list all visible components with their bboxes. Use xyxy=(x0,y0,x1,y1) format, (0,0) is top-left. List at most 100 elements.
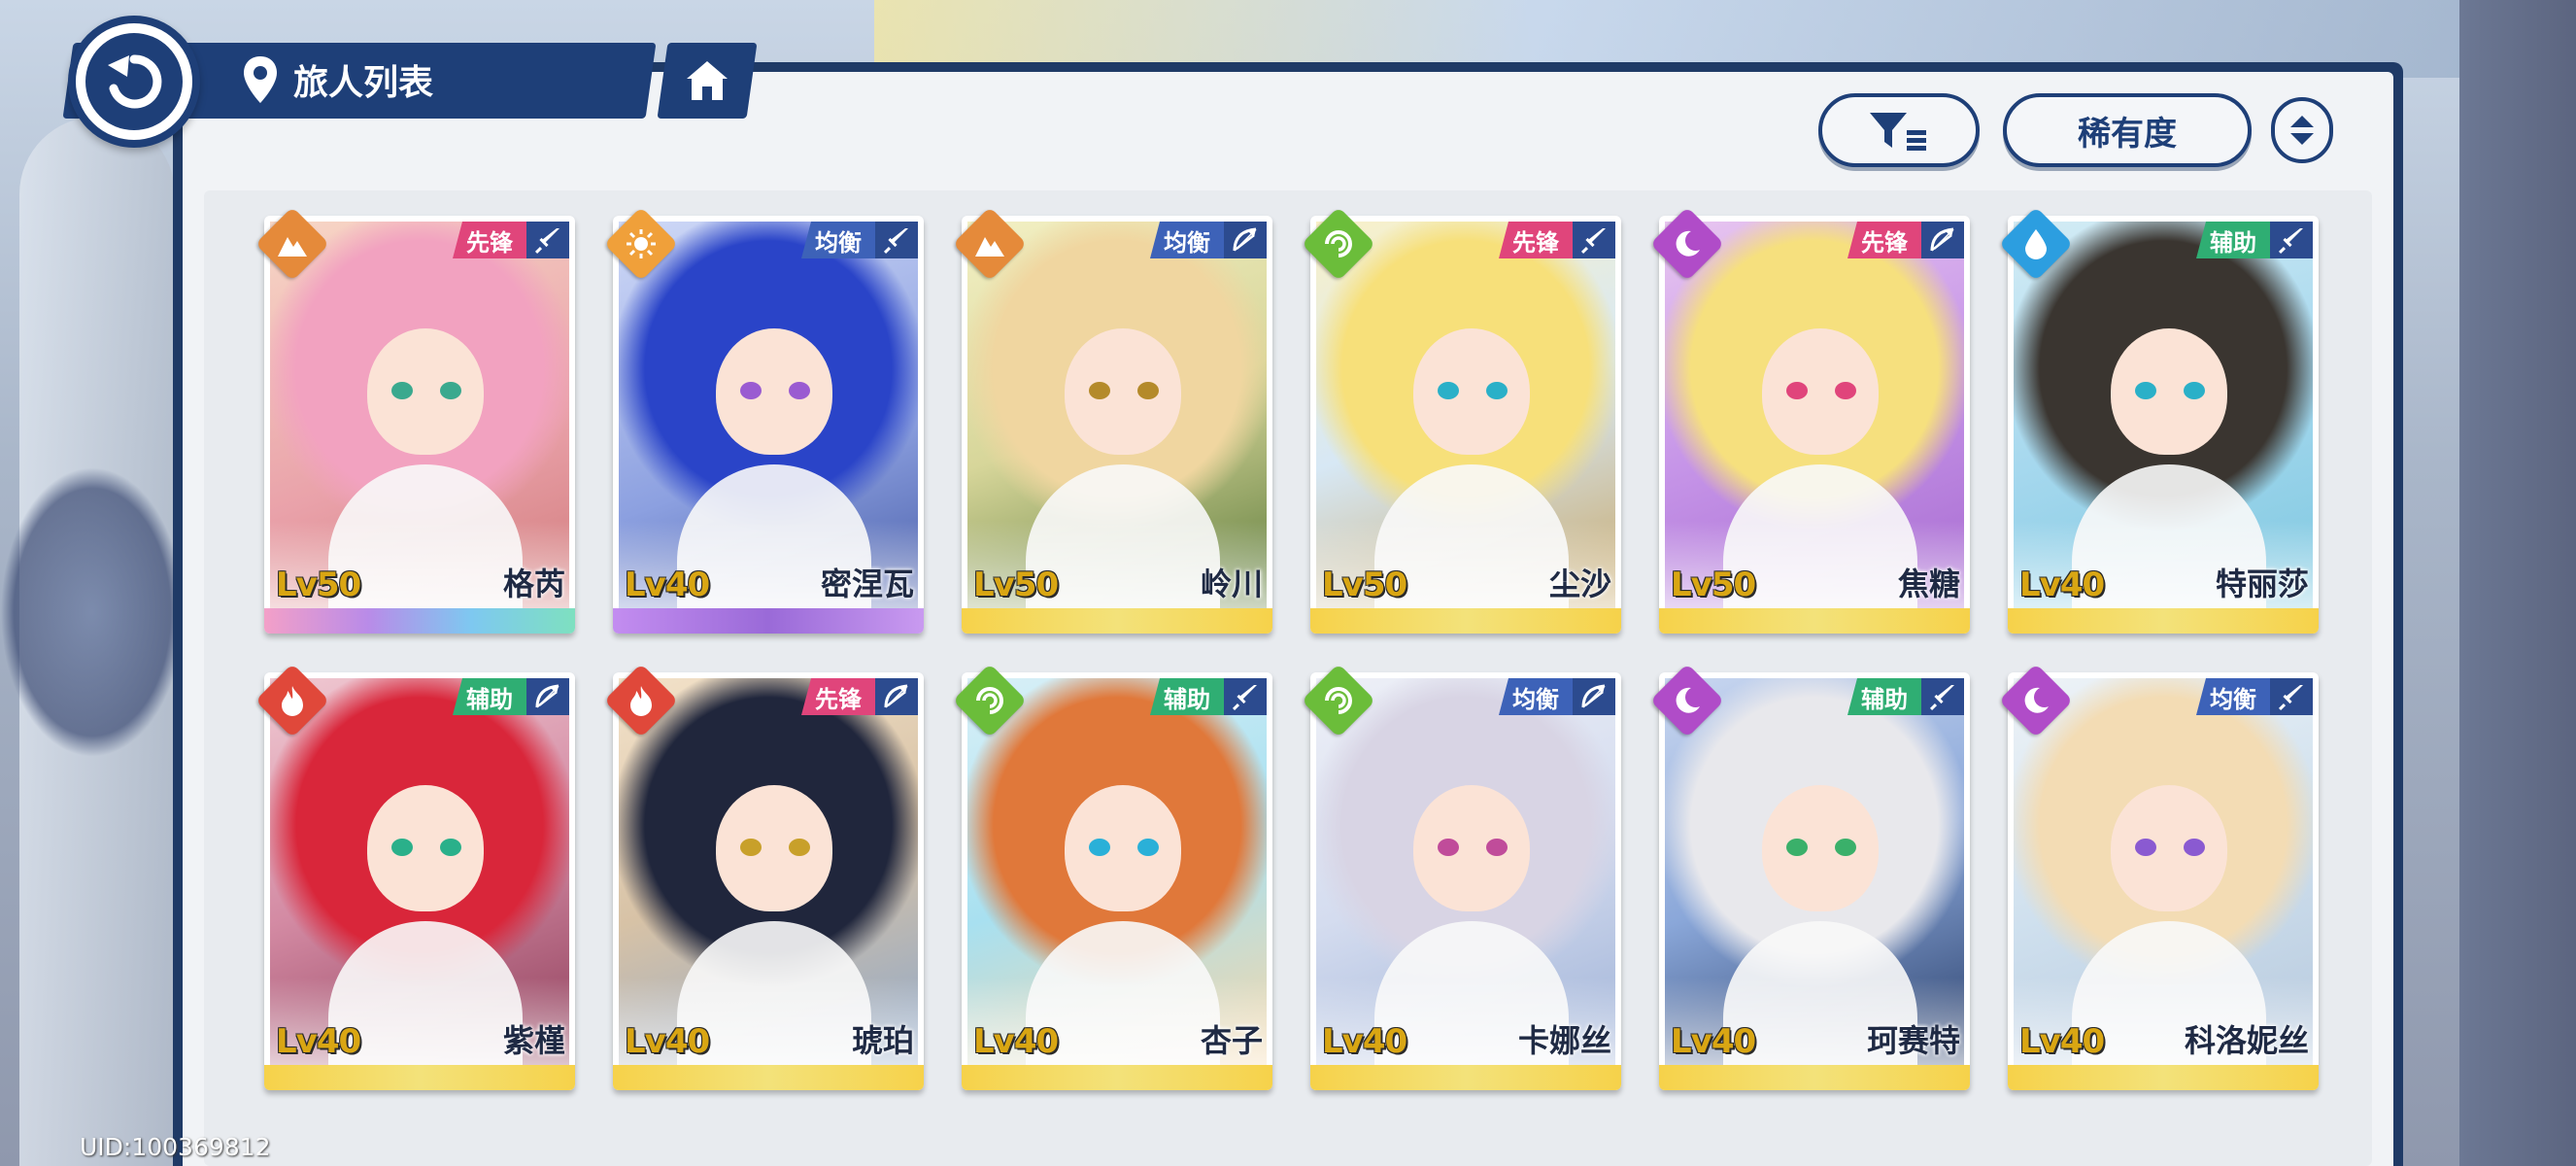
character-name: 尘沙 xyxy=(1548,566,1611,602)
bow-icon xyxy=(1573,678,1615,715)
user-id-label: UID:100369812 xyxy=(80,1133,271,1161)
home-icon xyxy=(687,61,728,100)
character-level: Lv50 xyxy=(276,566,361,604)
character-card[interactable]: 先锋 Lv50 焦糖 xyxy=(1659,216,1970,634)
portrait-eye xyxy=(789,839,810,856)
sword-icon xyxy=(526,222,569,258)
portrait-eye xyxy=(1438,839,1459,856)
character-level: Lv40 xyxy=(625,1022,710,1061)
portrait-eye xyxy=(1089,382,1110,399)
character-name: 紫槿 xyxy=(502,1022,565,1059)
character-level: Lv40 xyxy=(2019,566,2105,604)
portrait-eye xyxy=(2135,839,2156,856)
bow-icon xyxy=(526,678,569,715)
portrait-face xyxy=(1065,328,1181,455)
character-card[interactable]: 先锋 Lv50 尘沙 xyxy=(1310,216,1621,634)
character-card[interactable]: 辅助 Lv40 特丽莎 xyxy=(2008,216,2319,634)
character-level: Lv50 xyxy=(973,566,1059,604)
role-tag: 均衡 xyxy=(801,222,875,258)
portrait-face xyxy=(1413,328,1530,455)
portrait-eye xyxy=(391,382,413,399)
character-card[interactable]: 辅助 Lv40 紫槿 xyxy=(264,672,575,1090)
character-card[interactable]: 均衡 Lv50 岭川 xyxy=(962,216,1272,634)
character-name: 杏子 xyxy=(1200,1022,1263,1059)
portrait-face xyxy=(367,785,484,911)
character-card[interactable]: 均衡 Lv40 密涅瓦 xyxy=(613,216,924,634)
role-tag: 先锋 xyxy=(1499,222,1573,258)
rarity-strip xyxy=(962,608,1272,634)
background-right xyxy=(2459,0,2576,1166)
rarity-strip xyxy=(1310,1065,1621,1090)
role-tag: 辅助 xyxy=(453,678,526,715)
character-card[interactable]: 均衡 Lv40 卡娜丝 xyxy=(1310,672,1621,1090)
portrait-eye xyxy=(1137,839,1159,856)
role-tag: 均衡 xyxy=(2196,678,2270,715)
role-tag: 先锋 xyxy=(453,222,526,258)
character-card[interactable]: 均衡 Lv40 科洛妮丝 xyxy=(2008,672,2319,1090)
character-level: Lv40 xyxy=(1322,1022,1407,1061)
bow-icon xyxy=(1224,222,1267,258)
portrait-eye xyxy=(1486,839,1508,856)
character-level: Lv40 xyxy=(1671,1022,1756,1061)
portrait-eye xyxy=(1486,382,1508,399)
rarity-strip xyxy=(1659,608,1970,634)
portrait-eye xyxy=(789,382,810,399)
sword-icon xyxy=(1573,222,1615,258)
portrait-eye xyxy=(1786,839,1808,856)
portrait-eye xyxy=(740,839,762,856)
filter-button[interactable] xyxy=(1818,93,1980,167)
background-plant xyxy=(0,466,185,758)
character-card[interactable]: 先锋 Lv50 格芮 xyxy=(264,216,575,634)
role-tag: 先锋 xyxy=(1847,222,1921,258)
bow-icon xyxy=(1921,222,1964,258)
portrait-eye xyxy=(2135,382,2156,399)
rarity-strip xyxy=(1310,608,1621,634)
rarity-strip xyxy=(1659,1065,1970,1090)
character-card[interactable]: 辅助 Lv40 杏子 xyxy=(962,672,1272,1090)
character-level: Lv50 xyxy=(1671,566,1756,604)
character-name: 格芮 xyxy=(502,566,565,602)
character-level: Lv40 xyxy=(276,1022,361,1061)
character-card[interactable]: 先锋 Lv40 琥珀 xyxy=(613,672,924,1090)
sort-label: 稀有度 xyxy=(2078,114,2177,154)
sort-order-toggle[interactable] xyxy=(2271,97,2333,163)
portrait-eye xyxy=(1137,382,1159,399)
rarity-strip xyxy=(264,608,575,634)
portrait-face xyxy=(2111,328,2227,455)
location-pin-icon xyxy=(244,56,277,103)
role-tag: 均衡 xyxy=(1499,678,1573,715)
sort-down-icon xyxy=(2290,133,2314,145)
traveler-list-panel: 先锋 Lv50 格芮 均衡 Lv40 密涅瓦 均衡 Lv50 岭川 先锋 Lv50 尘沙 先锋 Lv50 焦… xyxy=(173,62,2403,1166)
sword-icon xyxy=(2270,678,2313,715)
character-name: 琥珀 xyxy=(851,1022,914,1059)
portrait-eye xyxy=(740,382,762,399)
portrait-face xyxy=(716,328,832,455)
filter-icon xyxy=(1870,113,1926,151)
character-grid: 先锋 Lv50 格芮 均衡 Lv40 密涅瓦 均衡 Lv50 岭川 先锋 Lv50 尘沙 先锋 Lv50 焦… xyxy=(204,190,2372,1166)
sort-up-icon xyxy=(2290,116,2314,127)
character-level: Lv40 xyxy=(625,566,710,604)
role-tag: 辅助 xyxy=(2196,222,2270,258)
rarity-strip xyxy=(613,608,924,634)
sword-icon xyxy=(2270,222,2313,258)
character-level: Lv40 xyxy=(973,1022,1059,1061)
portrait-eye xyxy=(391,839,413,856)
portrait-eye xyxy=(440,839,461,856)
character-name: 卡娜丝 xyxy=(1517,1022,1611,1059)
portrait-eye xyxy=(1835,382,1856,399)
back-button[interactable] xyxy=(68,16,200,148)
page-title-text: 旅人列表 xyxy=(293,63,434,103)
character-name: 岭川 xyxy=(1200,566,1263,602)
portrait-eye xyxy=(440,382,461,399)
role-tag: 辅助 xyxy=(1847,678,1921,715)
page-title: 旅人列表 xyxy=(241,51,433,109)
portrait-face xyxy=(1762,785,1879,911)
sort-select[interactable]: 稀有度 xyxy=(2003,93,2252,167)
portrait-face xyxy=(1065,785,1181,911)
home-button[interactable] xyxy=(657,43,758,119)
rarity-strip xyxy=(2008,1065,2319,1090)
bow-icon xyxy=(875,678,918,715)
character-card[interactable]: 辅助 Lv40 珂赛特 xyxy=(1659,672,1970,1090)
character-name: 焦糖 xyxy=(1897,566,1960,602)
portrait-face xyxy=(1762,328,1879,455)
